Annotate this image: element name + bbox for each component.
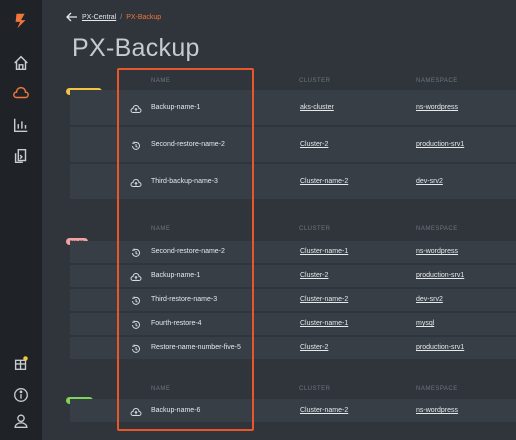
page-title: PX-Backup <box>72 34 200 62</box>
cluster-link[interactable]: Cluster-2 <box>300 272 328 279</box>
breadcrumb-current: PX-Backup <box>126 13 162 21</box>
row-name: Second-restore-name-2 <box>151 141 225 148</box>
table-row[interactable]: Third-backup-name-3 Cluster-name-2 dev-srv… <box>70 164 516 199</box>
left-sidebar <box>0 0 42 440</box>
cluster-link[interactable]: Cluster-name-2 <box>300 178 348 185</box>
row-name: Fourth-restore-4 <box>151 320 202 327</box>
row-name: Backup-name-1 <box>151 272 201 279</box>
cluster-link[interactable]: Cluster-name-2 <box>300 296 348 303</box>
namespace-link[interactable]: mysql <box>416 320 434 327</box>
column-header-name[interactable]: NAME <box>151 226 170 232</box>
table-row[interactable]: Backup-name-1 Cluster-2 production-srv1 <box>70 265 516 287</box>
cluster-link[interactable]: Cluster-name-2 <box>300 407 348 414</box>
namespace-link[interactable]: ns-wordpress <box>416 104 458 111</box>
user-icon[interactable] <box>10 410 32 432</box>
namespace-link[interactable]: dev-srv2 <box>416 296 443 303</box>
restore-icon <box>130 246 142 258</box>
column-header-namespace[interactable]: NAMESPACE <box>416 78 458 84</box>
logo-icon[interactable] <box>10 10 32 32</box>
table-row[interactable]: Fourth-restore-4 Cluster-name-1 mysql <box>70 313 516 335</box>
cloud-backup-icon <box>130 176 142 188</box>
table-row[interactable]: Second-restore-name-2 Cluster-2 production… <box>70 127 516 162</box>
breadcrumb: PX-Central / PX-Backup <box>66 12 161 22</box>
cluster-link[interactable]: Cluster-2 <box>300 344 328 351</box>
main-content: PX-Central / PX-Backup PX-Backup NAME CLU… <box>42 0 516 440</box>
column-header-namespace[interactable]: NAMESPACE <box>416 226 458 232</box>
row-name: Restore-name-number-five-5 <box>151 344 241 351</box>
row-name: Third-backup-name-3 <box>151 178 218 185</box>
back-arrow-icon[interactable] <box>66 12 78 22</box>
cloud-icon[interactable] <box>10 82 32 104</box>
table-row[interactable]: Second-restore-name-2 Cluster-name-1 ns-wo… <box>70 241 516 263</box>
namespace-link[interactable]: production-srv1 <box>416 344 464 351</box>
row-name: Second-restore-name-2 <box>151 248 225 255</box>
table-row[interactable]: Backup-name-6 Cluster-name-2 ns-wordpress <box>70 399 516 422</box>
cloud-backup-icon <box>130 405 142 417</box>
table-header: NAME CLUSTER NAMESPACE <box>42 216 516 242</box>
namespace-link[interactable]: ns-wordpress <box>416 407 458 414</box>
table-row[interactable]: Restore-name-number-five-5 Cluster-2 produ… <box>70 337 516 359</box>
restore-icon <box>130 139 142 151</box>
info-icon[interactable] <box>10 384 32 406</box>
column-header-cluster[interactable]: CLUSTER <box>299 226 331 232</box>
table-row[interactable]: Backup-name-1 aks-cluster ns-wordpress <box>70 90 516 125</box>
column-header-namespace[interactable]: NAMESPACE <box>416 386 458 392</box>
row-name: Third-restore-name-3 <box>151 296 218 303</box>
namespace-link[interactable]: dev-srv2 <box>416 178 443 185</box>
settings-badge-icon[interactable] <box>10 352 32 374</box>
restore-doc-icon[interactable] <box>10 145 32 167</box>
cloud-backup-icon <box>130 102 142 114</box>
cluster-link[interactable]: Cluster-name-1 <box>300 248 348 255</box>
row-name: Backup-name-1 <box>151 104 201 111</box>
cluster-link[interactable]: Cluster-2 <box>300 141 328 148</box>
restore-icon <box>130 294 142 306</box>
home-icon[interactable] <box>10 52 32 74</box>
cloud-backup-icon <box>130 270 142 282</box>
namespace-link[interactable]: production-srv1 <box>416 141 464 148</box>
restore-icon <box>130 318 142 330</box>
chart-icon[interactable] <box>10 114 32 136</box>
namespace-link[interactable]: production-srv1 <box>416 272 464 279</box>
breadcrumb-parent-link[interactable]: PX-Central <box>82 14 116 21</box>
row-name: Backup-name-6 <box>151 407 201 414</box>
table-row[interactable]: Third-restore-name-3 Cluster-name-2 dev-sr… <box>70 289 516 311</box>
column-header-cluster[interactable]: CLUSTER <box>299 78 331 84</box>
restore-icon <box>130 342 142 354</box>
column-header-name[interactable]: NAME <box>151 78 170 84</box>
column-header-cluster[interactable]: CLUSTER <box>299 386 331 392</box>
cluster-link[interactable]: Cluster-name-1 <box>300 320 348 327</box>
column-header-name[interactable]: NAME <box>151 386 170 392</box>
namespace-link[interactable]: ns-wordpress <box>416 248 458 255</box>
cluster-link[interactable]: aks-cluster <box>300 104 334 111</box>
breadcrumb-separator: / <box>120 13 123 21</box>
status-section: NAME CLUSTER NAMESPACE <box>42 216 516 242</box>
